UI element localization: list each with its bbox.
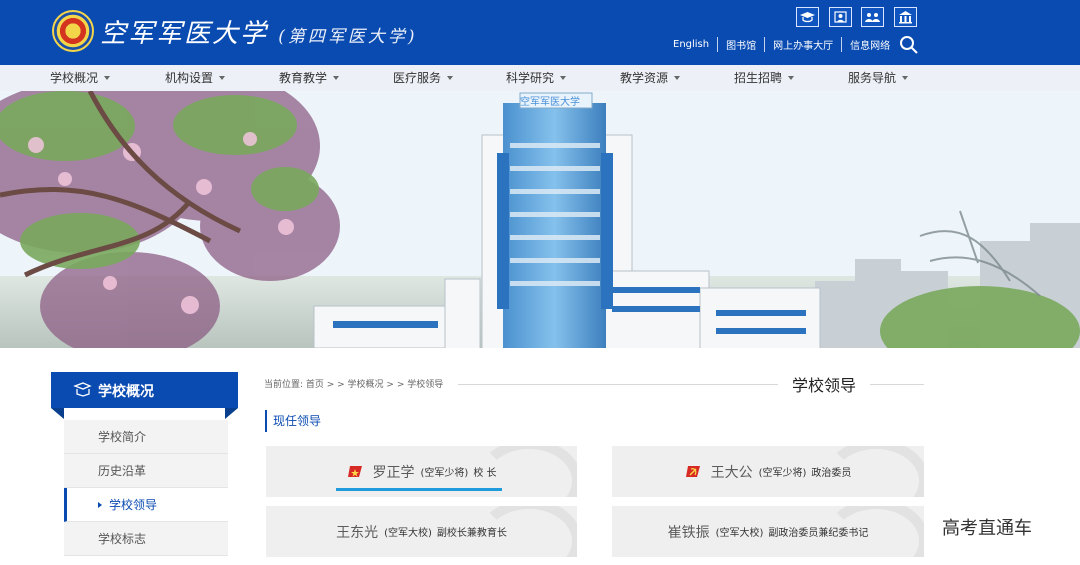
leader-name: 崔铁振 <box>667 524 710 541</box>
leader-card[interactable]: 罗正学 (空军少将) 校 长 <box>266 446 577 497</box>
information-network-link[interactable]: 信息网络 <box>841 36 898 52</box>
sidebar-item-emblem[interactable]: 学校标志 <box>64 522 228 556</box>
chevron-down-icon <box>447 76 454 80</box>
sidebar-item-introduction[interactable]: 学校简介 <box>64 420 228 454</box>
leader-position: 副校长兼教育长 <box>436 528 507 539</box>
chevron-down-icon <box>219 76 226 80</box>
sidebar-header: 学校概况 <box>51 372 238 419</box>
nav-recruitment[interactable]: 招生招聘 <box>734 65 795 91</box>
school-subtitle: (第四军医大学) <box>278 27 418 47</box>
chevron-down-icon <box>333 76 340 80</box>
building-icon[interactable] <box>894 7 917 27</box>
leader-name: 王东光 <box>336 524 379 541</box>
search-icon[interactable] <box>899 35 919 55</box>
page-title: 学校领导 <box>778 372 870 397</box>
hero-banner: 空军军医大学 <box>0 91 1080 348</box>
chevron-down-icon <box>788 76 795 80</box>
sidebar-item-leadership[interactable]: 学校领导 <box>64 488 228 522</box>
leader-rank: (空军少将) <box>420 468 469 479</box>
active-card-underline <box>336 488 502 491</box>
nav-medical-services[interactable]: 医疗服务 <box>393 65 454 91</box>
nav-research[interactable]: 科学研究 <box>506 65 567 91</box>
leader-name: 王大公 <box>710 464 753 481</box>
nav-label: 教学资源 <box>620 71 669 85</box>
library-link[interactable]: 图书馆 <box>717 36 764 52</box>
leader-rank: (空军大校) <box>715 528 764 539</box>
sidebar-header-tab-left <box>51 408 64 419</box>
leader-rank: (空军大校) <box>384 528 432 539</box>
chevron-down-icon <box>104 76 111 80</box>
leader-position: 政治委员 <box>811 468 852 479</box>
school-logo[interactable] <box>52 10 94 52</box>
leader-name: 罗正学 <box>372 464 415 481</box>
nav-label: 教育教学 <box>279 71 328 85</box>
nav-label: 科学研究 <box>506 71 555 85</box>
graduation-cap-icon[interactable] <box>796 7 819 27</box>
leader-card-content: 王大公 (空军少将) 政治委员 <box>612 446 924 497</box>
nav-teaching-resources[interactable]: 教学资源 <box>620 65 681 91</box>
nav-label: 学校概况 <box>50 71 99 85</box>
nav-label: 招生招聘 <box>734 71 783 85</box>
people-group-icon[interactable] <box>861 7 884 27</box>
watermark-text: 高考直通车 <box>942 518 1032 539</box>
chevron-down-icon <box>674 76 681 80</box>
breadcrumb: 当前位置: 首页 > > 学校概况 > > 学校领导 <box>264 380 444 390</box>
leader-position: 校 长 <box>473 468 497 479</box>
site-header: 空军军医大学 (第四军医大学) English 图书馆 网上办事大厅 信息网络 <box>0 0 1080 65</box>
english-link[interactable]: English <box>665 39 717 50</box>
leader-card-content: 崔铁振 (空军大校) 副政治委员兼纪委书记 <box>612 506 924 557</box>
sidebar-header-tab-right <box>225 408 238 419</box>
main-navigation: 学校概况 机构设置 教育教学 医疗服务 科学研究 教学资源 招生招聘 服务导航 <box>0 65 1080 91</box>
leader-rank: (空军少将) <box>758 468 807 479</box>
sidebar-title: 学校概况 <box>98 384 154 400</box>
party-flag-hammer-sickle-icon <box>685 465 700 477</box>
nav-label: 医疗服务 <box>393 71 442 85</box>
party-flag-red-star-icon <box>347 465 362 477</box>
online-service-hall-link[interactable]: 网上办事大厅 <box>764 36 841 52</box>
school-name[interactable]: 空军军医大学 (第四军医大学) <box>100 13 418 50</box>
chevron-down-icon <box>560 76 567 80</box>
chevron-down-icon <box>902 76 909 80</box>
profile-board-icon[interactable] <box>829 7 852 27</box>
campus-building-scene: 空军军医大学 <box>0 91 1080 348</box>
nav-organizations[interactable]: 机构设置 <box>165 65 226 91</box>
nav-label: 服务导航 <box>848 71 897 85</box>
leader-card[interactable]: 王东光 (空军大校) 副校长兼教育长 <box>266 506 577 557</box>
nav-service-navigation[interactable]: 服务导航 <box>848 65 909 91</box>
school-name-text: 空军军医大学 <box>100 19 269 49</box>
nav-education[interactable]: 教育教学 <box>279 65 340 91</box>
nav-school-overview[interactable]: 学校概况 <box>50 65 111 91</box>
sidebar-item-history[interactable]: 历史沿革 <box>64 454 228 488</box>
leader-card[interactable]: 王大公 (空军少将) 政治委员 <box>612 446 924 497</box>
book-quill-icon <box>73 382 92 397</box>
sidebar-menu: 学校简介 历史沿革 学校领导 学校标志 <box>64 420 228 556</box>
top-links: English 图书馆 网上办事大厅 信息网络 <box>665 36 898 52</box>
leader-card-content: 王东光 (空军大校) 副校长兼教育长 <box>266 506 577 557</box>
leader-card[interactable]: 崔铁振 (空军大校) 副政治委员兼纪委书记 <box>612 506 924 557</box>
leader-position: 副政治委员兼纪委书记 <box>768 528 869 539</box>
nav-label: 机构设置 <box>165 71 214 85</box>
section-title: 现任领导 <box>265 410 321 432</box>
building-caption: 空军军医大学 <box>520 95 580 108</box>
